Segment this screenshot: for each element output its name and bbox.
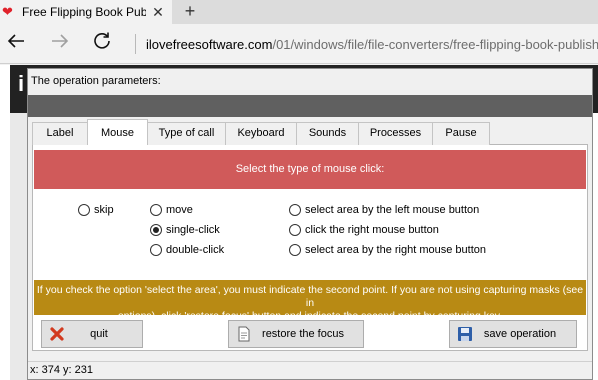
browser-nav-bar: ilovefreesoftware.com/01/windows/file/fi… — [0, 24, 598, 64]
quit-label: quit — [90, 328, 108, 340]
radio-select-area-right[interactable]: select area by the right mouse button — [289, 244, 486, 256]
radio-skip[interactable]: skip — [78, 204, 114, 216]
info-banner: If you check the option 'select the area… — [34, 280, 586, 322]
restore-focus-button[interactable]: restore the focus — [228, 320, 364, 348]
radio-single-click[interactable]: single-click — [150, 224, 220, 236]
save-label: save operation — [483, 328, 557, 340]
url-path: /01/windows/file/file-converters/free-fl… — [272, 37, 598, 52]
radio-move[interactable]: move — [150, 204, 193, 216]
red-x-icon — [48, 325, 66, 343]
floppy-disk-icon — [456, 325, 474, 343]
page-sidebar — [10, 113, 28, 380]
site-logo: i — [18, 71, 25, 96]
refresh-icon[interactable] — [88, 30, 116, 58]
radio-label: move — [166, 204, 193, 216]
tab-mouse[interactable]: Mouse — [87, 119, 148, 146]
tab-type-of-call[interactable]: Type of call — [147, 122, 226, 145]
radio-circle — [289, 224, 301, 236]
tab-label[interactable]: Label — [32, 122, 88, 145]
radio-double-click[interactable]: double-click — [150, 244, 224, 256]
radio-circle — [78, 204, 90, 216]
operation-parameters-dialog: The operation parameters: Label Mouse Ty… — [27, 68, 593, 380]
url-domain: ilovefreesoftware.com — [146, 37, 273, 52]
browser-tab[interactable]: ❤ Free Flipping Book Publ ✕ — [0, 0, 172, 24]
radio-select-area-left[interactable]: select area by the left mouse button — [289, 204, 479, 216]
heart-icon: ❤ — [2, 4, 13, 19]
radio-label: select area by the right mouse button — [305, 244, 486, 256]
document-icon — [235, 325, 253, 343]
radio-label: double-click — [166, 244, 225, 256]
radio-circle — [289, 244, 301, 256]
dialog-header-bar — [28, 95, 592, 117]
tab-sounds[interactable]: Sounds — [296, 122, 359, 145]
dialog-title: The operation parameters: — [31, 75, 161, 87]
save-operation-button[interactable]: save operation — [449, 320, 577, 348]
browser-tab-bar: ❤ Free Flipping Book Publ ✕ + — [0, 0, 598, 24]
restore-label: restore the focus — [262, 328, 344, 340]
tab-processes[interactable]: Processes — [358, 122, 433, 145]
back-arrow-icon[interactable] — [2, 30, 30, 58]
radio-circle — [289, 204, 301, 216]
quit-button[interactable]: quit — [41, 320, 143, 348]
radio-circle — [150, 244, 162, 256]
radio-label: click the right mouse button — [305, 224, 439, 236]
radio-click-right[interactable]: click the right mouse button — [289, 224, 439, 236]
radio-circle-selected — [150, 224, 162, 236]
address-divider — [135, 34, 136, 54]
radio-circle — [150, 204, 162, 216]
new-tab-icon[interactable]: + — [180, 0, 200, 24]
radio-label: select area by the left mouse button — [305, 204, 480, 216]
forward-arrow-icon[interactable] — [46, 30, 74, 58]
info-line-1: If you check the option 'select the area… — [36, 284, 584, 309]
address-bar[interactable]: ilovefreesoftware.com/01/windows/file/fi… — [146, 37, 598, 52]
close-icon[interactable]: ✕ — [150, 4, 166, 21]
click-type-banner: Select the type of mouse click: — [34, 150, 586, 189]
radio-label: skip — [94, 204, 114, 216]
tab-pause[interactable]: Pause — [432, 122, 490, 145]
coordinates-status: x: 374 y: 231 — [28, 361, 592, 379]
tab-keyboard[interactable]: Keyboard — [225, 122, 297, 145]
tab-title: Free Flipping Book Publ — [22, 5, 146, 19]
tab-strip: Label Mouse Type of call Keyboard Sounds… — [32, 119, 588, 146]
radio-label: single-click — [166, 224, 220, 236]
